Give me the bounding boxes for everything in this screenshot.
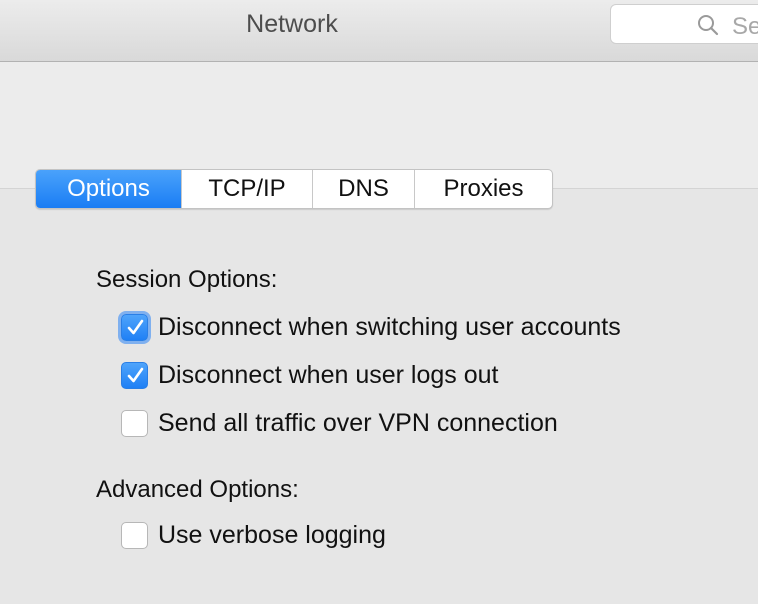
option-verbose-logging[interactable]: Use verbose logging bbox=[121, 520, 386, 550]
session-options-heading: Session Options: bbox=[96, 266, 278, 293]
window-title: Network bbox=[246, 10, 338, 38]
checkmark-icon bbox=[127, 367, 144, 382]
option-disconnect-switching-users[interactable]: Disconnect when switching user accounts bbox=[121, 312, 621, 342]
search-field[interactable]: Se bbox=[610, 4, 758, 44]
option-send-all-traffic-vpn[interactable]: Send all traffic over VPN connection bbox=[121, 408, 558, 438]
checkbox-send-all-traffic-vpn[interactable] bbox=[121, 409, 148, 437]
checkbox-disconnect-logout[interactable] bbox=[121, 361, 148, 389]
option-label: Send all traffic over VPN connection bbox=[158, 408, 558, 437]
advanced-options-heading: Advanced Options: bbox=[96, 476, 299, 503]
tab-options[interactable]: Options bbox=[36, 170, 181, 208]
tab-dns[interactable]: DNS bbox=[312, 170, 414, 208]
option-label: Use verbose logging bbox=[158, 520, 386, 549]
search-placeholder: Se bbox=[732, 13, 758, 40]
checkbox-verbose-logging[interactable] bbox=[121, 521, 148, 549]
title-bar: Network Se bbox=[0, 0, 758, 62]
tab-tcp-ip[interactable]: TCP/IP bbox=[181, 170, 312, 208]
search-icon bbox=[698, 15, 719, 36]
tab-proxies[interactable]: Proxies bbox=[414, 170, 552, 208]
checkbox-disconnect-switching-users[interactable] bbox=[121, 313, 148, 341]
option-disconnect-logout[interactable]: Disconnect when user logs out bbox=[121, 360, 498, 390]
checkmark-icon bbox=[127, 319, 144, 334]
option-label: Disconnect when user logs out bbox=[158, 360, 499, 389]
option-label: Disconnect when switching user accounts bbox=[158, 312, 621, 341]
tab-bar: Options TCP/IP DNS Proxies bbox=[35, 169, 553, 209]
